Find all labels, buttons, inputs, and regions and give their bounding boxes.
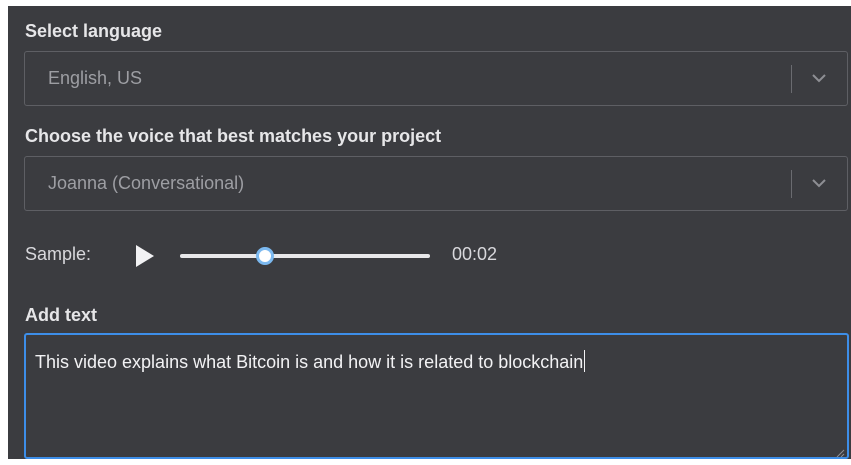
voice-label: Choose the voice that best matches your …	[25, 126, 442, 146]
text-input-content: This video explains what Bitcoin is and …	[35, 352, 584, 372]
resize-grip-icon[interactable]	[835, 445, 845, 458]
select-divider	[791, 170, 792, 198]
text-caret	[584, 350, 586, 372]
language-select[interactable]: English, US	[24, 51, 848, 106]
select-divider	[791, 65, 792, 93]
sample-time: 00:02	[452, 244, 498, 264]
voice-select-value: Joanna (Conversational)	[48, 173, 245, 193]
chevron-down-icon[interactable]	[805, 167, 833, 199]
text-input-value: This video explains what Bitcoin is and …	[35, 350, 586, 373]
add-text-label: Add text	[25, 305, 97, 325]
language-label: Select language	[25, 21, 163, 41]
text-input-area[interactable]: This video explains what Bitcoin is and …	[24, 333, 849, 459]
voice-select[interactable]: Joanna (Conversational)	[24, 156, 848, 211]
play-icon[interactable]	[132, 243, 158, 269]
slider-thumb[interactable]	[256, 247, 274, 265]
chevron-down-icon[interactable]	[805, 62, 833, 94]
sample-player: Sample: 00:02	[25, 243, 825, 273]
sample-progress-slider[interactable]	[180, 247, 430, 265]
sample-label: Sample:	[25, 244, 92, 264]
language-select-value: English, US	[48, 68, 143, 88]
voice-settings-panel: Select language English, US Choose the v…	[8, 6, 851, 459]
